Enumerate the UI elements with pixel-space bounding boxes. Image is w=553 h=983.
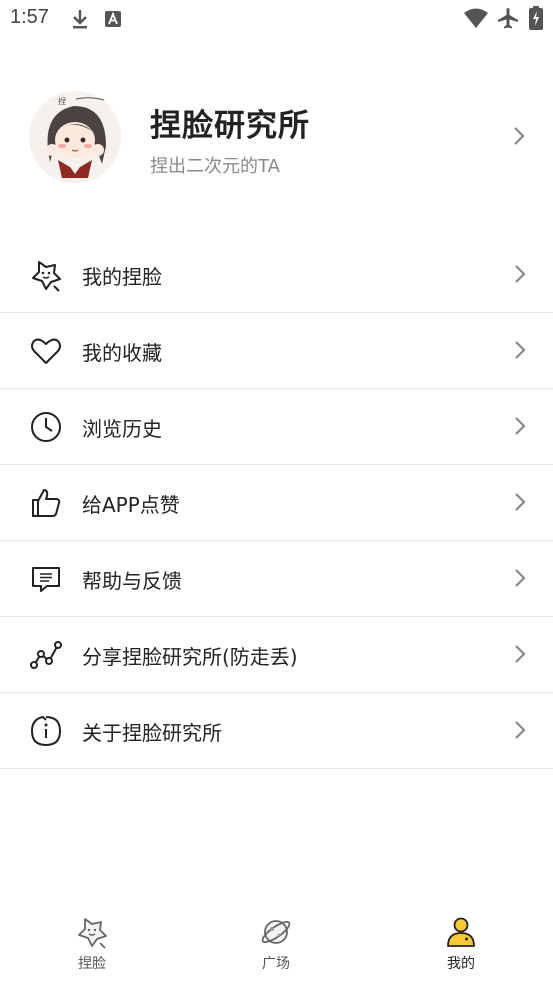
status-bar: 1:57 [0,0,553,38]
menu-item-label: 给APP点赞 [82,493,180,517]
menu-item-help-feedback[interactable]: 帮助与反馈 [0,541,553,617]
battery-charging-icon [529,6,543,30]
clock-icon [31,412,61,442]
airplane-icon [498,8,518,29]
chevron-right-icon [515,493,526,511]
menu-item-history[interactable]: 浏览历史 [0,389,553,465]
font-a-icon [105,11,121,27]
thumbs-up-icon [32,489,61,517]
chevron-right-icon [515,645,526,663]
status-time: 1:57 [10,6,49,28]
chevron-right-icon [515,265,526,283]
profile-subtitle: 捏出二次元的TA [150,156,280,177]
share-nodes-icon [30,641,62,669]
tab-label: 捏脸 [78,956,106,972]
tab-label: 我的 [447,956,475,972]
avatar: 捏 [29,91,121,183]
download-icon [73,10,87,29]
menu-item-label: 我的收藏 [82,341,162,365]
menu-item-share[interactable]: 分享捏脸研究所(防走丢) [0,617,553,693]
tab-plaza[interactable]: 广场 [226,915,326,983]
tab-nielian[interactable]: 捏脸 [42,915,142,983]
star-face-icon [32,261,61,292]
heart-icon [31,338,61,364]
menu-item-label: 帮助与反馈 [82,569,182,593]
message-icon [32,567,60,592]
profile-header[interactable]: 捏 捏脸研究所 捏出二次元的TA [0,80,553,200]
chevron-right-icon [514,127,525,145]
menu-list: 我的捏脸 我的收藏 浏览历史 给APP点赞 帮助与反馈 分享捏脸研究所(防走丢)… [0,237,553,769]
menu-item-about[interactable]: 关于捏脸研究所 [0,693,553,769]
chevron-right-icon [515,721,526,739]
menu-item-my-faces[interactable]: 我的捏脸 [0,237,553,313]
tab-mine[interactable]: 我的 [411,915,511,983]
menu-item-favorites[interactable]: 我的收藏 [0,313,553,389]
user-icon [447,917,475,947]
wifi-icon [464,8,488,28]
tab-label: 广场 [262,956,290,972]
menu-item-label: 关于捏脸研究所 [82,721,222,745]
bottom-tab-bar: 捏脸 广场 我的 [0,905,553,983]
chevron-right-icon [515,417,526,435]
chevron-right-icon [515,341,526,359]
menu-item-label: 我的捏脸 [82,265,162,289]
menu-item-rate-app[interactable]: 给APP点赞 [0,465,553,541]
planet-icon [261,920,291,944]
menu-item-label: 分享捏脸研究所(防走丢) [82,645,298,669]
info-icon [30,715,62,747]
svg-text:捏: 捏 [58,97,66,106]
profile-name: 捏脸研究所 [150,108,310,144]
star-face-icon [78,918,107,949]
menu-item-label: 浏览历史 [82,417,162,441]
chevron-right-icon [515,569,526,587]
